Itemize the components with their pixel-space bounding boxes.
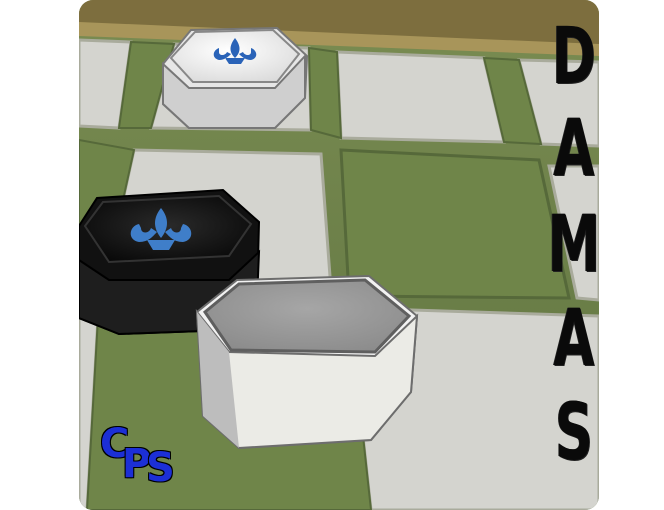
app-icon-screen: D A M A S C P S xyxy=(0,0,664,510)
title-letter: S xyxy=(554,388,594,478)
white-crowned-piece[interactable] xyxy=(162,26,309,129)
title-letter: A xyxy=(553,104,595,194)
game-title: D A M A S xyxy=(524,18,599,488)
studio-logo: C P S xyxy=(100,420,180,490)
title-letter: A xyxy=(553,294,595,384)
title-letter: D xyxy=(551,12,597,102)
white-piece[interactable] xyxy=(195,274,419,450)
title-letter: M xyxy=(547,200,599,290)
logo-letter: S xyxy=(146,445,175,491)
